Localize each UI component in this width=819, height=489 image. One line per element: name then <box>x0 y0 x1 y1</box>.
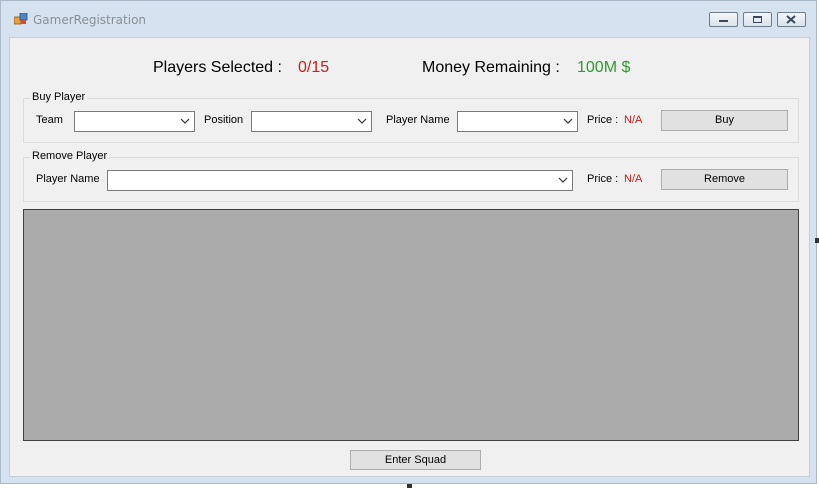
close-icon <box>786 15 796 24</box>
player-name-label: Player Name <box>386 114 450 126</box>
title-bar[interactable]: GamerRegistration <box>1 1 816 37</box>
money-remaining-label: Money Remaining : <box>422 59 560 76</box>
maximize-icon <box>753 16 762 23</box>
chevron-down-icon <box>357 118 367 124</box>
position-label: Position <box>204 114 244 126</box>
players-selected-value: 0/15 <box>298 59 330 76</box>
window-title: GamerRegistration <box>33 13 147 27</box>
buy-player-group: Buy Player Team Position Player Name Pri… <box>23 91 799 143</box>
team-label: Team <box>36 114 63 126</box>
resize-handle[interactable] <box>407 484 412 488</box>
buy-player-group-title: Buy Player <box>30 91 88 103</box>
buy-price-label: Price : <box>587 114 619 126</box>
remove-button[interactable]: Remove <box>661 169 788 190</box>
enter-squad-button[interactable]: Enter Squad <box>350 450 481 470</box>
app-window: GamerRegistration Players Selected : 0/1… <box>0 0 817 484</box>
buy-button[interactable]: Buy <box>661 110 788 131</box>
remove-player-group: Remove Player Player Name Price : N/A Re… <box>23 150 799 202</box>
buy-player-name-dropdown[interactable] <box>457 111 578 132</box>
minimize-button[interactable] <box>709 12 738 27</box>
remove-price-value: N/A <box>624 173 643 185</box>
form-client-area: Players Selected : 0/15 Money Remaining … <box>9 37 810 477</box>
minimize-icon <box>719 20 728 22</box>
remove-player-group-title: Remove Player <box>30 150 110 162</box>
remove-player-name-label: Player Name <box>36 173 100 185</box>
app-windows-icon <box>13 12 28 25</box>
team-dropdown[interactable] <box>74 111 195 132</box>
players-selected-label: Players Selected : <box>153 59 282 76</box>
position-dropdown[interactable] <box>251 111 372 132</box>
money-remaining-value: 100M $ <box>577 59 631 76</box>
remove-price-label: Price : <box>587 173 619 185</box>
close-button[interactable] <box>777 12 806 27</box>
chevron-down-icon <box>180 118 190 124</box>
buy-price-value: N/A <box>624 114 643 126</box>
maximize-button[interactable] <box>743 12 772 27</box>
chevron-down-icon <box>558 177 568 183</box>
remove-player-name-dropdown[interactable] <box>107 170 573 191</box>
squad-data-grid[interactable] <box>23 209 799 441</box>
edge-resize-handle[interactable] <box>815 238 819 243</box>
chevron-down-icon <box>563 118 573 124</box>
